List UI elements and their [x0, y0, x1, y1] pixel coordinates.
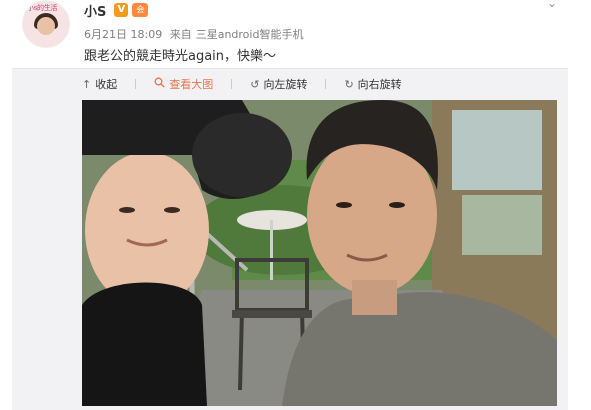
- arrow-up-icon: ↑: [82, 77, 92, 91]
- rotate-right-icon: ↻: [344, 77, 354, 91]
- avatar[interactable]: 小s的生活: [22, 0, 70, 48]
- toolbar-divider: [231, 79, 233, 89]
- view-large-label: 查看大图: [169, 78, 214, 91]
- post-text: 跟老公的競走時光again，快樂～: [84, 49, 277, 64]
- rotate-right-label: 向右旋转: [357, 78, 402, 91]
- post-source[interactable]: 三星android智能手机: [196, 28, 304, 41]
- toolbar-divider: [325, 79, 327, 89]
- rotate-left-label: 向左旋转: [263, 78, 308, 91]
- rotate-right-button[interactable]: ↻ 向右旋转: [344, 76, 401, 92]
- view-large-button[interactable]: 查看大图: [154, 76, 213, 92]
- post-meta: 6月21日 18:09 来自 三星android智能手机: [84, 26, 307, 42]
- post-date[interactable]: 6月21日 18:09: [84, 28, 162, 41]
- photo-illustration: [82, 100, 557, 406]
- avatar-caption: 小s的生活: [27, 4, 58, 12]
- source-prefix: 来自: [169, 28, 192, 41]
- username[interactable]: 小S: [84, 1, 106, 20]
- media-box: ↑ 收起 查看大图 ↺ 向左旋转 ↻ 向右旋转: [12, 68, 568, 410]
- rotate-left-icon: ↺: [250, 77, 260, 91]
- media-toolbar: ↑ 收起 查看大图 ↺ 向左旋转 ↻ 向右旋转: [82, 69, 420, 99]
- rotate-left-button[interactable]: ↺ 向左旋转: [250, 76, 307, 92]
- member-badge-icon[interactable]: 会: [132, 3, 149, 17]
- chevron-down-icon[interactable]: ⌄: [547, 0, 557, 10]
- avatar-face: [37, 17, 55, 35]
- verified-badge-icon[interactable]: V: [114, 3, 129, 17]
- user-line: 小S V 会: [84, 1, 149, 20]
- post-photo[interactable]: [82, 100, 557, 406]
- toolbar-divider: [135, 79, 137, 89]
- collapse-label: 收起: [95, 78, 118, 91]
- collapse-button[interactable]: ↑ 收起: [82, 76, 117, 92]
- magnifier-icon: [154, 77, 165, 91]
